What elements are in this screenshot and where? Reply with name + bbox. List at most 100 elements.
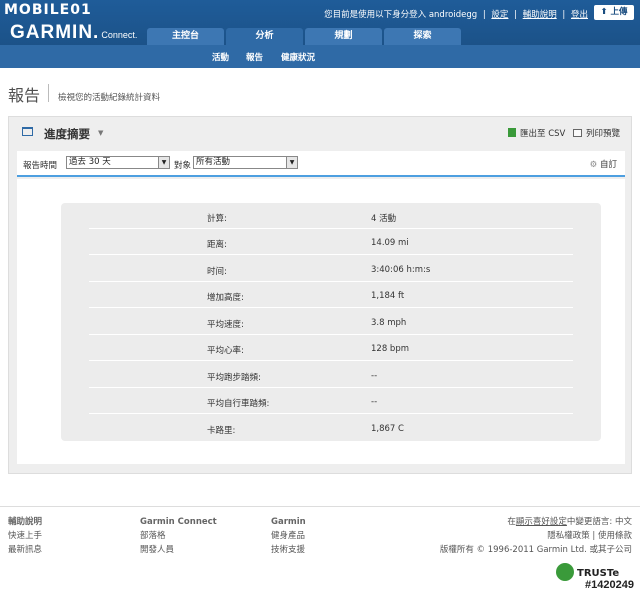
subnav-reports[interactable]: 報告 xyxy=(246,51,263,63)
spreadsheet-icon xyxy=(508,128,516,137)
book-icon xyxy=(22,127,33,136)
print-preview-label: 列印預覽 xyxy=(586,129,621,139)
stat-value: -- xyxy=(371,371,378,381)
policy-links: 隱私權政策 | 使用條款 xyxy=(547,531,632,541)
top-links: 您目前是使用以下身分登入 androidegg | 設定 | 輔助說明 | 登出 xyxy=(324,8,588,20)
tab-explore[interactable]: 探索 xyxy=(384,28,461,45)
stat-value: 14.09 mi xyxy=(371,238,409,248)
customize-button[interactable]: ⚙ 自訂 xyxy=(590,158,617,170)
time-range-value: 過去 30 天 xyxy=(69,157,111,167)
stat-value: 3:40:06 h:m:s xyxy=(371,265,431,275)
footer-column-help: 輔助說明 快速上手 最新訊息 xyxy=(8,515,42,557)
stat-label: 平均速度: xyxy=(207,320,244,330)
report-title[interactable]: 進度摘要 xyxy=(44,126,90,142)
stat-value: 1,867 C xyxy=(371,424,404,434)
gear-icon: ⚙ xyxy=(589,160,598,170)
object-filter-label: 對象 xyxy=(174,161,192,171)
footer-link[interactable]: 技術支援 xyxy=(271,543,306,557)
footer-link[interactable]: 最新訊息 xyxy=(8,543,42,557)
stat-value: 1,184 ft xyxy=(371,291,405,301)
upload-button[interactable]: ⬆ 上傳 xyxy=(594,5,634,20)
garmin-connect-logo[interactable]: GARMIN. Connect. xyxy=(10,22,137,44)
stat-label: 計算: xyxy=(207,214,227,224)
language-text: 中變更語言: 中文 xyxy=(566,517,632,527)
table-row: 平均心率: 128 bpm xyxy=(89,335,573,361)
footer-heading[interactable]: 輔助說明 xyxy=(8,515,42,529)
footer-link[interactable]: 健身產品 xyxy=(271,529,306,543)
subnav-health[interactable]: 健康狀況 xyxy=(281,51,315,63)
footer-link[interactable]: 開發人員 xyxy=(140,543,217,557)
copyright: 版權所有 © 1996-2011 Garmin Ltd. 或其子公司 xyxy=(439,545,632,555)
separator: | xyxy=(514,10,517,20)
stat-value: 128 bpm xyxy=(371,344,409,354)
tab-analysis[interactable]: 分析 xyxy=(226,28,303,45)
header: MOBILE01 GARMIN. Connect. 您目前是使用以下身分登入 an… xyxy=(0,0,640,68)
upload-icon: ⬆ xyxy=(600,7,608,17)
table-row: 时间: 3:40:06 h:m:s xyxy=(89,256,573,282)
footer-link[interactable]: 快速上手 xyxy=(8,529,42,543)
chevron-down-icon[interactable]: ▼ xyxy=(98,129,103,137)
title-divider xyxy=(48,84,49,102)
footer-link[interactable]: 部落格 xyxy=(140,529,217,543)
report-panel: 進度摘要 ▼ 匯出至 CSV 列印預覽 報告時間 過去 30 天 ▼ 對象 所有… xyxy=(8,116,632,474)
time-range-select[interactable]: 過去 30 天 ▼ xyxy=(66,156,170,169)
separator: | xyxy=(482,10,486,20)
table-row: 增加高度: 1,184 ft xyxy=(89,282,573,308)
page-description: 檢視您的活動紀錄統計資料 xyxy=(58,93,161,103)
tab-dashboard[interactable]: 主控台 xyxy=(147,28,224,45)
stats-table: 計算: 4 活動 距离: 14.09 mi 时间: 3:40:06 h:m:s … xyxy=(61,203,601,441)
stat-label: 距离: xyxy=(207,240,227,250)
brand-name: GARMIN. xyxy=(10,22,100,43)
stat-label: 平均心率: xyxy=(207,346,244,356)
time-filter-label: 報告時間 xyxy=(23,161,58,171)
page-title: 報告 xyxy=(8,86,41,105)
footer-heading[interactable]: Garmin xyxy=(271,515,306,529)
truste-label: TRUSTe xyxy=(577,568,620,579)
sub-navigation: 活動 報告 健康狀況 xyxy=(0,45,640,68)
footer-divider xyxy=(0,506,640,507)
table-row: 平均速度: 3.8 mph xyxy=(89,309,573,335)
logout-link[interactable]: 登出 xyxy=(571,10,588,20)
stat-label: 平均自行車踏頻: xyxy=(207,399,270,409)
table-row: 平均跑步踏頻: -- xyxy=(89,362,573,388)
terms-link[interactable]: 使用條款 xyxy=(598,531,632,541)
preferences-link[interactable]: 顯示喜好設定 xyxy=(516,517,567,527)
tab-plan[interactable]: 規劃 xyxy=(305,28,382,45)
stat-label: 平均跑步踏頻: xyxy=(207,373,261,383)
language-text: 在 xyxy=(507,517,516,527)
separator: | xyxy=(562,10,566,20)
language-line: 在顯示喜好設定中變更語言: 中文 xyxy=(440,515,632,529)
export-csv-button[interactable]: 匯出至 CSV xyxy=(508,127,565,139)
table-row: 卡路里: 1,867 C xyxy=(89,415,573,441)
footer-column-connect: Garmin Connect 部落格 開發人員 xyxy=(140,515,217,557)
help-link[interactable]: 輔助說明 xyxy=(523,10,557,20)
chevron-down-icon: ▼ xyxy=(286,157,297,168)
footer-legal: 在顯示喜好設定中變更語言: 中文 隱私權政策 | 使用條款 版權所有 © 199… xyxy=(440,515,632,557)
stat-label: 卡路里: xyxy=(207,426,236,436)
customize-label: 自訂 xyxy=(599,160,617,170)
table-row: 計算: 4 活動 xyxy=(89,203,573,229)
watermark-logo: MOBILE01 xyxy=(4,2,92,18)
table-row: 平均自行車踏頻: -- xyxy=(89,388,573,414)
settings-link[interactable]: 設定 xyxy=(491,10,508,20)
report-content: 計算: 4 活動 距离: 14.09 mi 时间: 3:40:06 h:m:s … xyxy=(17,179,625,464)
table-row: 距离: 14.09 mi xyxy=(89,229,573,255)
print-preview-button[interactable]: 列印預覽 xyxy=(573,127,620,139)
stat-label: 时间: xyxy=(207,267,227,277)
stat-value: -- xyxy=(371,397,378,407)
activity-type-value: 所有活動 xyxy=(196,157,231,167)
activity-type-select[interactable]: 所有活動 ▼ xyxy=(193,156,298,169)
stat-label: 增加高度: xyxy=(207,293,244,303)
privacy-link[interactable]: 隱私權政策 xyxy=(547,531,590,541)
stat-value: 4 活動 xyxy=(371,214,397,224)
upload-label: 上傳 xyxy=(610,7,628,17)
subnav-activities[interactable]: 活動 xyxy=(212,51,229,63)
filter-bar: 報告時間 過去 30 天 ▼ 對象 所有活動 ▼ ⚙ 自訂 xyxy=(17,151,625,177)
footer-column-garmin: Garmin 健身產品 技術支援 xyxy=(271,515,306,557)
brand-sub: Connect. xyxy=(101,30,138,40)
printer-icon xyxy=(573,129,582,137)
watermark-id: #1420249 xyxy=(585,579,634,591)
footer-heading[interactable]: Garmin Connect xyxy=(140,515,217,529)
signed-in-text: 您目前是使用以下身分登入 androidegg xyxy=(324,10,478,20)
stat-value: 3.8 mph xyxy=(371,318,407,328)
